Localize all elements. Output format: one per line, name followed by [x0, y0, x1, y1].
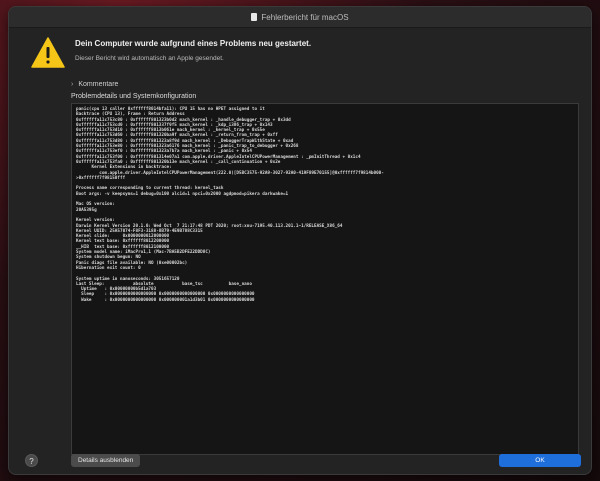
comments-label: Kommentare [78, 81, 119, 88]
crash-report-window: Fehlerbericht für macOS Dein Computer wu… [8, 6, 592, 475]
help-button[interactable]: ? [25, 454, 38, 467]
report-header: Dein Computer wurde aufgrund eines Probl… [23, 33, 579, 83]
chevron-right-icon: › [71, 81, 74, 88]
window-footer: ? Details ausblenden OK [9, 450, 591, 474]
hide-details-button[interactable]: Details ausblenden [71, 454, 141, 467]
report-text: panic(cpu 13 caller 0xffffff8014bfa11): … [76, 107, 384, 303]
restart-headline: Dein Computer wurde aufgrund eines Probl… [75, 39, 312, 48]
auto-send-notice: Dieser Bericht wird automatisch an Apple… [75, 55, 224, 62]
problem-details-label: Problemdetails und Systemkonfiguration [71, 93, 197, 100]
ok-button[interactable]: OK [499, 454, 581, 467]
window-titlebar[interactable]: Fehlerbericht für macOS [9, 7, 591, 28]
window-title: Fehlerbericht für macOS [261, 12, 349, 22]
comments-disclosure[interactable]: › Kommentare [71, 81, 118, 88]
report-text-area[interactable]: panic(cpu 13 caller 0xffffff8014bfa11): … [71, 103, 579, 455]
document-icon [251, 13, 258, 21]
warning-triangle-icon [31, 37, 65, 68]
